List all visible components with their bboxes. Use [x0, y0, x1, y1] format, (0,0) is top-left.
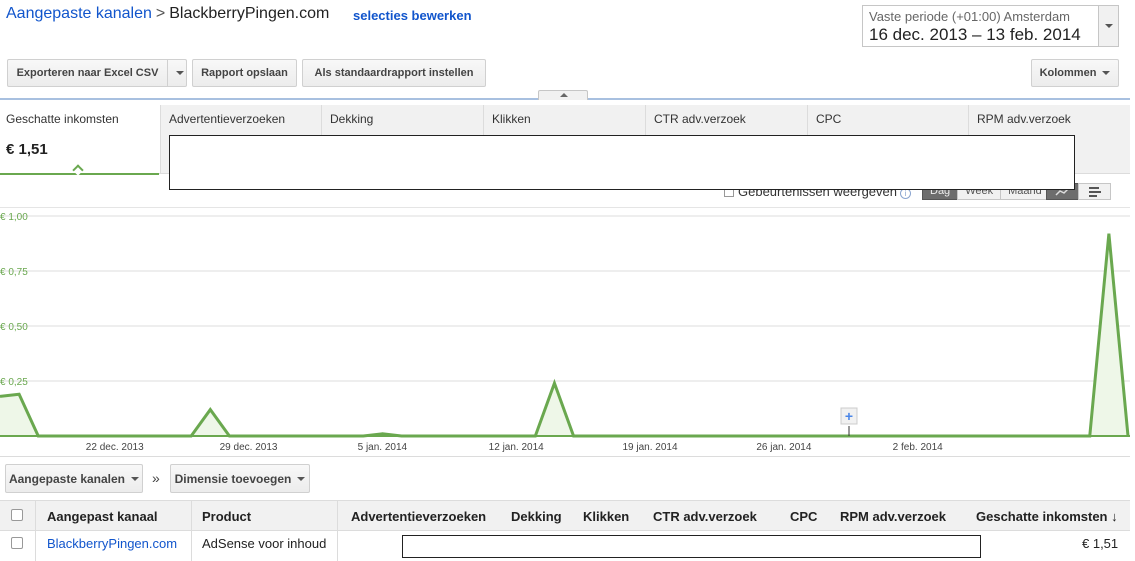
export-csv-button[interactable]: Exporteren naar Excel CSV — [7, 59, 168, 87]
plus-icon: + — [845, 408, 853, 424]
dimension-select-label: Aangepaste kanalen — [8, 471, 126, 486]
tab-label: Geschatte inkomsten — [6, 112, 119, 126]
select-all-checkbox[interactable] — [11, 509, 23, 521]
col-header-ad-requests[interactable]: Advertentieverzoeken — [351, 509, 486, 524]
row-earnings: € 1,51 — [1082, 536, 1119, 551]
tab-label: Advertentieverzoeken — [169, 112, 286, 126]
tab-value: € 1,51 — [6, 141, 48, 158]
chevron-up-icon — [560, 93, 568, 97]
tab-geschatte-inkomsten[interactable]: Geschatte inkomsten € 1,51 — [0, 105, 160, 176]
dimension-select[interactable]: Aangepaste kanalen — [5, 464, 143, 493]
set-default-report-button[interactable]: Als standaardrapport instellen — [302, 59, 486, 87]
export-csv-label: Exporteren naar Excel CSV — [16, 67, 159, 79]
column-divider — [35, 501, 36, 561]
x-tick-label: 2 feb. 2014 — [893, 442, 943, 453]
col-header-ctr[interactable]: CTR adv.verzoek — [653, 509, 757, 524]
x-tick-label: 5 jan. 2014 — [358, 442, 408, 453]
y-tick-label: € 0,50 — [0, 322, 28, 333]
row-channel-link[interactable]: BlackberryPingen.com — [47, 536, 177, 551]
edit-selections-link[interactable]: selecties bewerken — [353, 8, 472, 23]
add-dimension-label: Dimensie toevoegen — [174, 471, 292, 486]
save-report-button[interactable]: Rapport opslaan — [192, 59, 297, 87]
columns-label: Kolommen — [1039, 67, 1097, 79]
date-range-label: Vaste periode (+01:00) Amsterdam — [869, 9, 1071, 24]
save-report-label: Rapport opslaan — [201, 67, 288, 79]
breadcrumb-parent-link[interactable]: Aangepaste kanalen — [6, 5, 152, 22]
y-tick-label: € 0,25 — [0, 377, 28, 388]
column-divider — [337, 501, 338, 561]
date-range-value: 16 dec. 2013 – 13 feb. 2014 — [869, 25, 1081, 44]
column-divider — [191, 501, 192, 561]
x-tick-label: 29 dec. 2013 — [220, 442, 278, 453]
export-dropdown-button[interactable] — [167, 59, 187, 87]
col-header-clicks[interactable]: Klikken — [583, 509, 629, 524]
date-range-picker[interactable]: Vaste periode (+01:00) Amsterdam 16 dec.… — [862, 5, 1119, 47]
set-default-report-label: Als standaardrapport instellen — [314, 67, 474, 79]
table-header: Aangepast kanaal Product Advertentieverz… — [0, 500, 1130, 561]
columns-button[interactable]: Kolommen — [1031, 59, 1119, 87]
tab-label: CPC — [816, 112, 842, 126]
tab-label: RPM adv.verzoek — [977, 112, 1071, 126]
date-range-dropdown[interactable] — [1098, 6, 1118, 46]
y-tick-label: € 0,75 — [0, 267, 28, 278]
col-header-coverage[interactable]: Dekking — [511, 509, 562, 524]
tab-label: Dekking — [330, 112, 374, 126]
breadcrumb: Aangepaste kanalen > BlackberryPingen.com — [6, 5, 329, 23]
breadcrumb-separator: > — [155, 5, 166, 22]
chevron-down-icon — [1105, 24, 1113, 28]
redacted-box — [169, 135, 1075, 190]
bar-chart-icon[interactable] — [1078, 183, 1111, 200]
col-header-earnings[interactable]: Geschatte inkomsten ↓ — [976, 509, 1118, 524]
x-tick-label: 19 jan. 2014 — [623, 442, 678, 453]
earnings-chart: € 1,00 € 0,75 € 0,50 € 0,25 22 dec. 2013 29 d… — [0, 212, 1130, 453]
scrollbar[interactable] — [1130, 0, 1135, 561]
collapse-toggle[interactable] — [538, 90, 588, 100]
col-header-product[interactable]: Product — [202, 509, 251, 524]
col-header-rpm[interactable]: RPM adv.verzoek — [840, 509, 946, 524]
x-tick-label: 12 jan. 2014 — [489, 442, 544, 453]
redacted-box — [402, 535, 981, 558]
breadcrumb-separator: » — [152, 470, 160, 486]
col-header-channel[interactable]: Aangepast kanaal — [47, 509, 158, 524]
tab-label: Klikken — [492, 112, 531, 126]
row-checkbox[interactable] — [11, 537, 23, 549]
breadcrumb-current: BlackberryPingen.com — [169, 5, 330, 22]
series-line — [0, 233, 1130, 438]
x-tick-label: 26 jan. 2014 — [756, 442, 811, 453]
chart-bottom-border — [0, 456, 1130, 457]
add-dimension-button[interactable]: Dimensie toevoegen — [170, 464, 310, 493]
row-product: AdSense voor inhoud — [202, 536, 327, 551]
x-tick-label: 22 dec. 2013 — [86, 442, 144, 453]
chevron-down-icon — [131, 476, 140, 481]
chevron-down-icon — [1102, 71, 1111, 75]
tab-label: CTR adv.verzoek — [654, 112, 746, 126]
col-header-cpc[interactable]: CPC — [790, 509, 817, 524]
y-tick-label: € 1,00 — [0, 212, 28, 223]
chevron-down-icon — [297, 476, 306, 481]
chevron-down-icon — [176, 71, 184, 75]
